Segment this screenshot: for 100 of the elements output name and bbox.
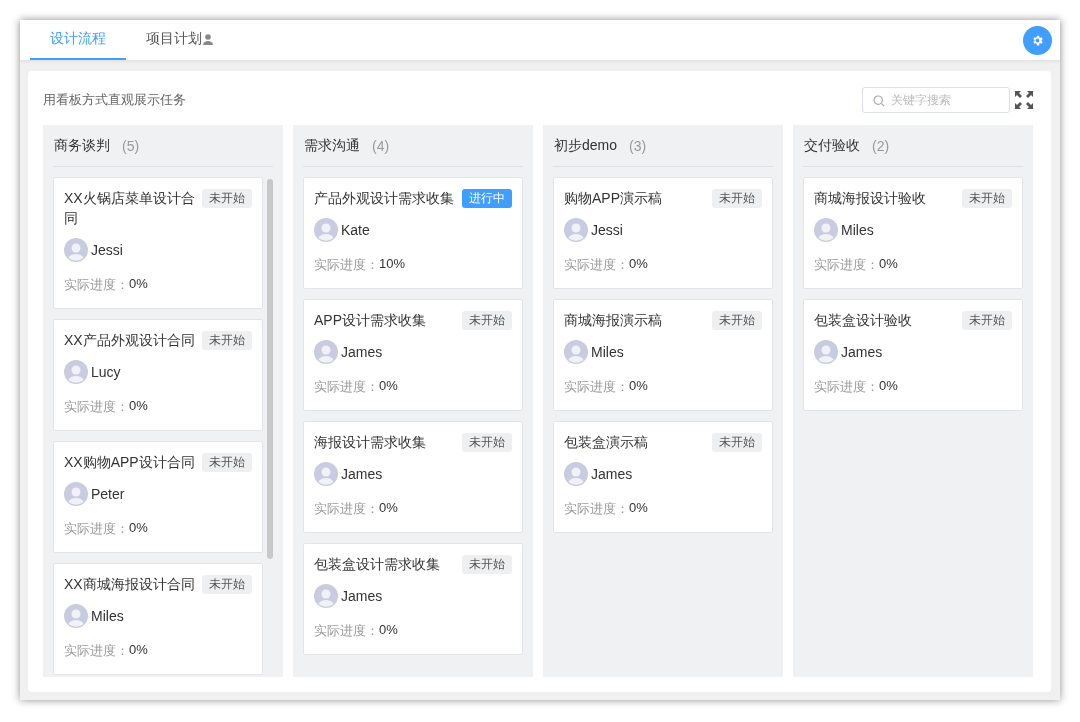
task-card[interactable]: 商城海报设计验收 未开始 Miles 实际进度：0% [803,177,1023,289]
task-title: 购物APP演示稿 [564,189,663,208]
status-tag: 未开始 [462,311,512,330]
task-card[interactable]: XX商城海报设计合同 未开始 Miles 实际进度：0% [53,563,263,675]
assignee-name: Kate [341,222,370,238]
task-title: 海报设计需求收集 [314,433,427,452]
tab[interactable]: 项目计划 [126,20,233,60]
progress-label: 实际进度： [314,256,379,274]
task-card[interactable]: 购物APP演示稿 未开始 Jessi 实际进度：0% [553,177,773,289]
column-title: 商务谈判 [54,136,110,155]
assignee-name: James [341,344,383,360]
avatar-icon [314,218,338,242]
progress-value: 0% [379,500,398,517]
status-tag: 未开始 [202,189,252,208]
column-title: 初步demo [554,136,618,155]
avatar-icon [314,340,338,364]
avatar-icon [314,584,338,608]
task-card[interactable]: 商城海报演示稿 未开始 Miles 实际进度：0% [553,299,773,411]
avatar-icon [64,360,88,384]
task-title: 商城海报设计验收 [814,189,927,208]
progress-value: 0% [629,256,648,273]
fullscreen-icon[interactable] [1015,91,1033,109]
avatar-icon [564,462,588,486]
task-card[interactable]: 包装盒设计需求收集 未开始 James 实际进度：0% [303,543,523,655]
column-count: (4) [372,137,390,154]
progress-label: 实际进度： [64,642,129,660]
settings-button[interactable] [1023,25,1052,55]
task-card[interactable]: 产品外观设计需求收集 进行中 Kate 实际进度：10% [303,177,523,289]
progress-value: 10% [379,256,406,273]
status-tag: 未开始 [202,575,252,594]
task-title: XX购物APP设计合同 [64,453,196,472]
status-tag: 未开始 [962,189,1012,208]
task-title: 包装盒设计需求收集 [314,555,441,574]
progress-label: 实际进度： [814,256,879,274]
assignee-name: Jessi [91,242,123,258]
assignee-name: Miles [91,608,124,624]
assignee-name: James [841,344,883,360]
task-card[interactable]: 包装盒演示稿 未开始 James 实际进度：0% [553,421,773,533]
avatar-icon [814,340,838,364]
progress-label: 实际进度： [314,500,379,518]
status-tag: 未开始 [962,311,1012,330]
progress-label: 实际进度： [564,378,629,396]
search-field[interactable]: 关键字搜索 [862,87,1010,113]
assignee-name: Peter [91,486,125,502]
task-card[interactable]: 海报设计需求收集 未开始 James 实际进度：0% [303,421,523,533]
status-tag: 未开始 [712,433,762,452]
progress-value: 0% [629,500,648,517]
progress-label: 实际进度： [564,256,629,274]
column-title: 交付验收 [804,136,860,155]
progress-label: 实际进度： [314,378,379,396]
avatar-icon [564,218,588,242]
task-card[interactable]: XX购物APP设计合同 未开始 Peter 实际进度：0% [53,441,263,553]
task-title: 包装盒设计验收 [814,311,913,330]
avatar-icon [564,340,588,364]
column-title: 需求沟通 [304,136,360,155]
task-title: APP设计需求收集 [314,311,427,330]
status-tag: 未开始 [462,555,512,574]
task-title: XX产品外观设计合同 [64,331,196,350]
progress-value: 0% [129,520,148,537]
avatar-icon [814,218,838,242]
task-title: 产品外观设计需求收集 [314,189,455,208]
progress-label: 实际进度： [64,398,129,416]
status-tag: 进行中 [462,189,512,208]
board-description: 用看板方式直观展示任务 [43,91,187,109]
progress-value: 0% [129,642,148,659]
task-card[interactable]: 包装盒设计验收 未开始 James 实际进度：0% [803,299,1023,411]
progress-value: 0% [629,378,648,395]
status-tag: 未开始 [462,433,512,452]
assignee-name: Miles [841,222,874,238]
avatar-icon [314,462,338,486]
column-count: (3) [629,137,647,154]
progress-value: 0% [879,378,898,395]
task-title: XX商城海报设计合同 [64,575,196,594]
progress-label: 实际进度： [564,500,629,518]
status-tag: 未开始 [712,189,762,208]
avatar-icon [64,604,88,628]
scrollbar-thumb[interactable] [267,179,273,559]
status-tag: 未开始 [202,331,252,350]
task-card[interactable]: XX产品外观设计合同 未开始 Lucy 实际进度：0% [53,319,263,431]
progress-label: 实际进度： [314,622,379,640]
status-tag: 未开始 [202,453,252,472]
assignee-name: James [341,466,383,482]
avatar-icon [64,238,88,262]
progress-value: 0% [379,622,398,639]
progress-value: 0% [129,276,148,293]
status-tag: 未开始 [712,311,762,330]
progress-label: 实际进度： [64,276,129,294]
assignee-name: Miles [591,344,624,360]
task-card[interactable]: APP设计需求收集 未开始 James 实际进度：0% [303,299,523,411]
task-card[interactable]: XX火锅店菜单设计合同 未开始 Jessi 实际进度：0% [53,177,263,309]
progress-value: 0% [879,256,898,273]
task-title: 包装盒演示稿 [564,433,649,452]
progress-label: 实际进度： [64,520,129,538]
task-title: 商城海报演示稿 [564,311,663,330]
assignee-name: Jessi [591,222,623,238]
assignee-name: Lucy [91,364,121,380]
settings-icon [1031,33,1044,47]
column-count: (5) [122,137,140,154]
task-title: XX火锅店菜单设计合同 [64,189,196,228]
progress-value: 0% [129,398,148,415]
